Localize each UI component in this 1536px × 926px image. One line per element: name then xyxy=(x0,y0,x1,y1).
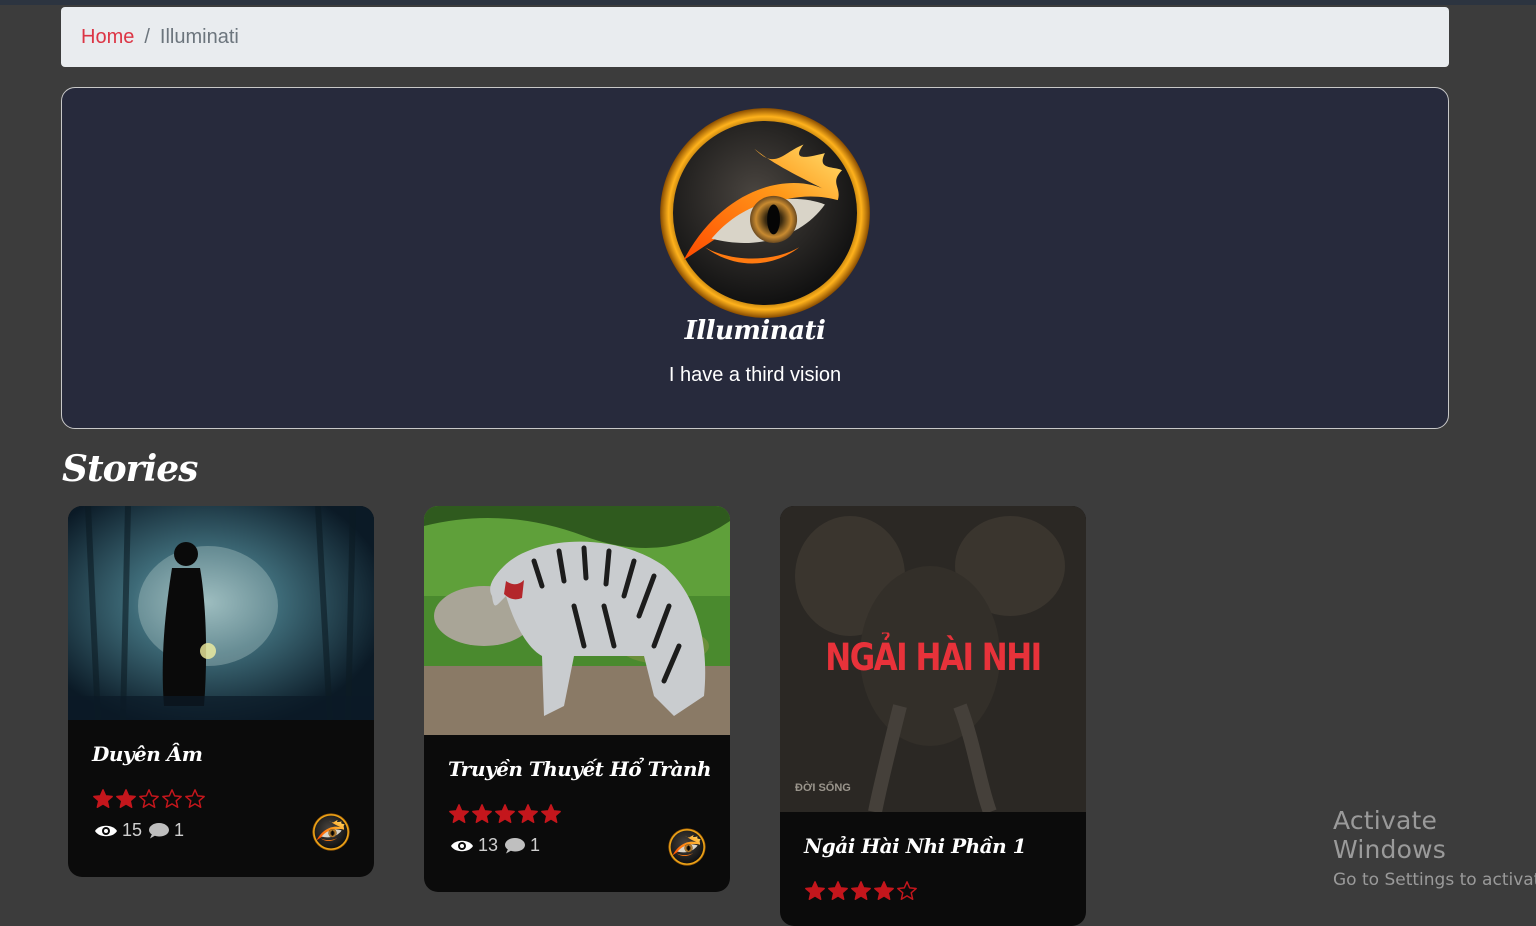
stories-heading: Stories xyxy=(62,448,198,490)
star-filled-icon xyxy=(541,804,561,823)
star-empty-icon xyxy=(897,881,917,900)
story-title[interactable]: Ngải Hài Nhi Phần 1 xyxy=(804,834,1027,858)
star-filled-icon xyxy=(518,804,538,823)
watermark-title: Activate Windows xyxy=(1333,806,1446,864)
breadcrumb-separator: / xyxy=(144,25,150,48)
story-cover-image xyxy=(68,506,374,720)
star-filled-icon xyxy=(449,804,469,823)
watermark-subtitle: Go to Settings to activate xyxy=(1333,870,1536,890)
story-rating xyxy=(448,803,562,825)
star-filled-icon xyxy=(472,804,492,823)
star-filled-icon xyxy=(851,881,871,900)
profile-card: Illuminati I have a third vision xyxy=(61,87,1449,429)
eye-icon xyxy=(95,825,117,836)
comment-count: 1 xyxy=(530,835,541,855)
story-title[interactable]: Duyên Âm xyxy=(92,742,203,766)
top-edge xyxy=(0,0,1536,5)
breadcrumb-current: Illuminati xyxy=(159,25,239,48)
star-filled-icon xyxy=(874,881,894,900)
cover-brand-text: ĐỜI SỐNG xyxy=(795,782,851,794)
breadcrumb: Home / Illuminati xyxy=(61,7,1449,67)
comment-count: 1 xyxy=(174,820,185,840)
breadcrumb-home-link[interactable]: Home xyxy=(81,26,134,49)
eye-icon xyxy=(451,840,473,851)
star-filled-icon xyxy=(116,789,136,808)
story-rating xyxy=(804,880,918,902)
story-rating xyxy=(92,788,206,810)
story-stats: 13 1 xyxy=(450,835,546,856)
author-avatar-flaming-eye-icon[interactable] xyxy=(312,813,350,851)
windows-activation-watermark: Activate Windows Go to Settings to activ… xyxy=(1333,806,1536,890)
story-cover-image: NGẢI HÀI NHI ĐỜI SỐNG xyxy=(780,506,1086,812)
comment-icon xyxy=(149,822,170,838)
star-filled-icon xyxy=(495,804,515,823)
star-filled-icon xyxy=(93,789,113,808)
cover-title-text: NGẢI HÀI NHI xyxy=(825,636,1042,680)
story-card[interactable]: NGẢI HÀI NHI ĐỜI SỐNG Ngải Hài Nhi Phần … xyxy=(780,506,1086,926)
author-avatar-flaming-eye-icon[interactable] xyxy=(668,828,706,866)
view-count: 15 xyxy=(122,820,143,840)
story-stats: 15 1 xyxy=(94,820,190,841)
star-empty-icon xyxy=(162,789,182,808)
star-filled-icon xyxy=(828,881,848,900)
story-cover-image xyxy=(424,506,730,735)
profile-bio: I have a third vision xyxy=(668,364,842,386)
profile-name: Illuminati xyxy=(684,316,826,346)
story-card[interactable]: Truyền Thuyết Hổ Trành 13 1 xyxy=(424,506,730,892)
star-filled-icon xyxy=(805,881,825,900)
story-title[interactable]: Truyền Thuyết Hổ Trành xyxy=(448,757,712,781)
story-card[interactable]: Duyên Âm 15 1 xyxy=(68,506,374,877)
star-empty-icon xyxy=(185,789,205,808)
profile-avatar-flaming-eye-icon xyxy=(658,106,872,320)
star-empty-icon xyxy=(139,789,159,808)
comment-icon xyxy=(505,837,526,853)
view-count: 13 xyxy=(478,835,499,855)
